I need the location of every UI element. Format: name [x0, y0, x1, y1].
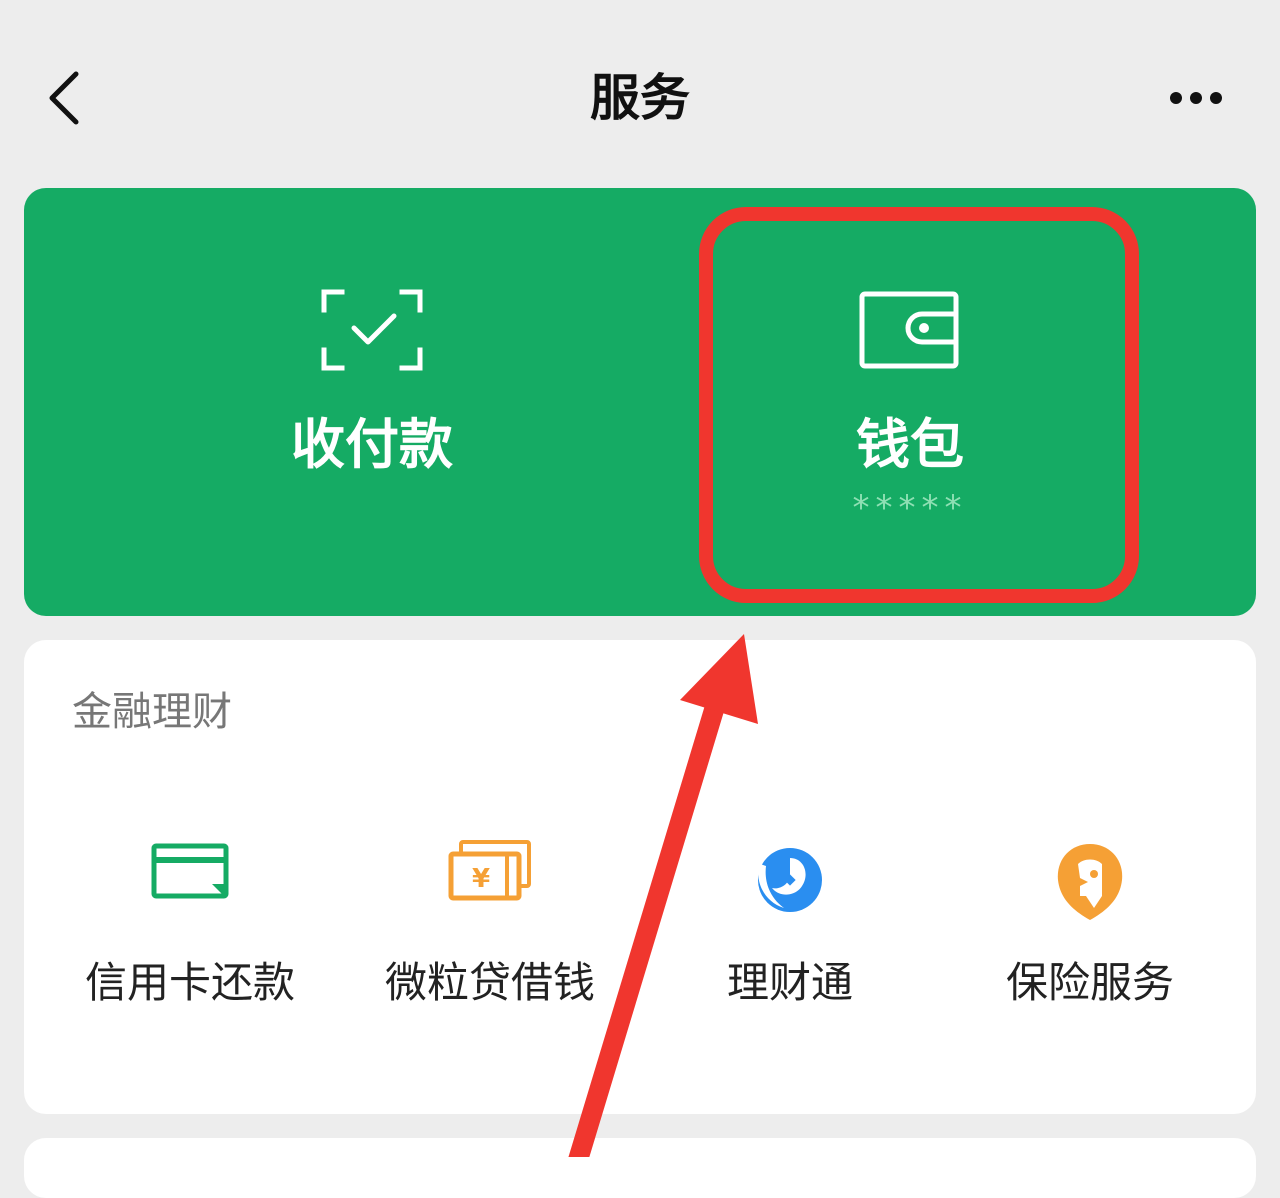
- wallet-icon: [859, 291, 959, 369]
- insurance-service-button[interactable]: 保险服务: [940, 840, 1240, 1030]
- receive-pay-label: 收付款: [291, 413, 453, 476]
- licaitong-icon: [758, 848, 822, 912]
- insurance-icon: [1057, 844, 1123, 920]
- scan-check-icon: [321, 289, 423, 371]
- credit-card-icon: [151, 843, 229, 899]
- wallet-balance-hidden: *****: [852, 488, 968, 528]
- weilidai-loan-label: 微粒贷借钱: [384, 958, 595, 1007]
- insurance-service-label: 保险服务: [1005, 958, 1174, 1007]
- credit-card-repayment-button[interactable]: 信用卡还款: [40, 840, 340, 1030]
- more-dots-icon: [1170, 92, 1222, 104]
- finance-section-card: 金融理财 信用卡还款 ¥ 微粒贷借钱 理财通 保险服务: [24, 640, 1256, 1114]
- page-title: 服务: [590, 69, 690, 127]
- weilidai-loan-button[interactable]: ¥ 微粒贷借钱: [340, 840, 640, 1030]
- payment-wallet-card: 收付款 钱包 *****: [24, 188, 1256, 616]
- loan-icon: ¥: [448, 840, 531, 901]
- more-options-button[interactable]: [1150, 66, 1246, 130]
- top-navigation-bar: 服务: [0, 0, 1280, 190]
- receive-pay-button[interactable]: 收付款: [24, 188, 720, 616]
- credit-card-repayment-label: 信用卡还款: [84, 958, 295, 1007]
- licaitong-label: 理财通: [726, 958, 853, 1007]
- svg-text:¥: ¥: [472, 864, 490, 894]
- section-title: 金融理财: [72, 689, 232, 735]
- next-section-card: [24, 1138, 1256, 1198]
- wallet-label: 钱包: [856, 413, 964, 476]
- wallet-button[interactable]: 钱包 *****: [720, 188, 1100, 616]
- licaitong-button[interactable]: 理财通: [640, 840, 940, 1030]
